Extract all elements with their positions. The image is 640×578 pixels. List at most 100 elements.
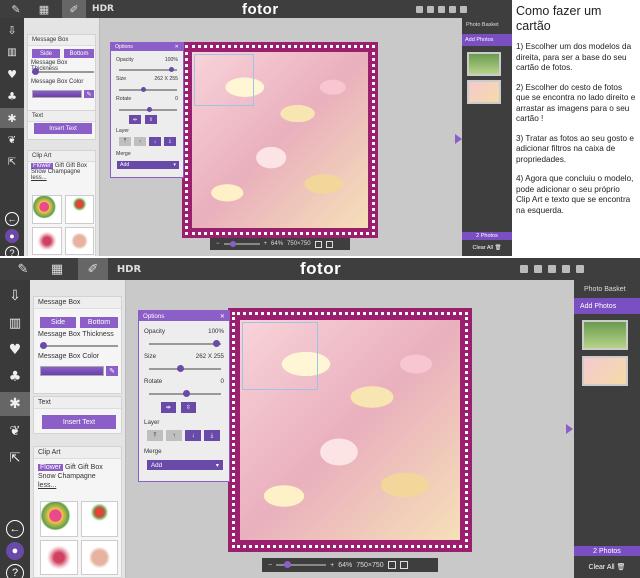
windows-icon[interactable] — [576, 265, 584, 273]
eyedropper-icon[interactable]: ✎ — [84, 90, 94, 98]
hdr-button[interactable]: HDR — [116, 258, 142, 280]
less-link[interactable]: less... — [31, 175, 47, 181]
basket-photo-2[interactable] — [467, 80, 501, 104]
size-knob[interactable] — [141, 87, 146, 92]
wreath-thumbnail[interactable] — [64, 226, 94, 255]
opacity-slider[interactable] — [119, 67, 177, 72]
basket-photo-1[interactable] — [467, 52, 501, 76]
selection-box[interactable] — [242, 322, 318, 390]
basket-photo-2[interactable] — [582, 356, 628, 386]
collage-grid-icon[interactable]: ▦ — [34, 0, 54, 18]
phone-icon[interactable] — [438, 5, 445, 13]
side-button[interactable]: Side — [32, 49, 60, 58]
windows-icon[interactable] — [460, 5, 467, 13]
zoom-out-icon[interactable]: − — [216, 241, 220, 247]
eyedropper-icon[interactable]: ✎ — [106, 366, 118, 376]
bring-to-front-icon[interactable]: ⤒ — [119, 137, 131, 146]
thickness-knob[interactable] — [32, 68, 39, 75]
selection-box[interactable] — [194, 54, 254, 106]
card-tool-icon[interactable]: ✐ — [62, 0, 86, 18]
category-gift[interactable]: Gift — [65, 464, 76, 471]
tablet-icon[interactable] — [562, 265, 570, 273]
bouquet-thumbnail[interactable] — [32, 195, 62, 224]
edit-pencil-icon[interactable]: ✎ — [6, 0, 26, 18]
card-icon[interactable]: ❦ — [0, 419, 30, 443]
rotate-knob[interactable] — [147, 107, 152, 112]
download-icon[interactable]: ⇩ — [0, 284, 30, 308]
star-icon[interactable]: ✱ — [0, 108, 24, 128]
bring-to-front-icon[interactable]: ⤒ — [147, 430, 163, 441]
close-icon[interactable]: ✕ — [220, 313, 225, 320]
android-icon[interactable] — [534, 265, 542, 273]
expand-basket-icon[interactable] — [566, 424, 573, 434]
flip-vertical-icon[interactable]: ⇳ — [181, 402, 196, 413]
clear-all-button[interactable]: Clear All 🗑 — [462, 242, 512, 254]
insert-text-button[interactable]: Insert Text — [34, 123, 92, 134]
send-to-back-icon[interactable]: ⤓ — [164, 137, 176, 146]
fit-icon[interactable] — [314, 240, 322, 248]
card-icon[interactable]: ❦ — [0, 130, 24, 150]
bottom-button[interactable]: Bottom — [80, 317, 118, 328]
add-photos-button[interactable]: Add Photos — [574, 298, 640, 314]
heart-icon[interactable]: ♥ — [0, 338, 30, 362]
tree-icon[interactable]: ♣ — [0, 365, 30, 389]
send-to-back-icon[interactable]: ⤓ — [204, 430, 220, 441]
insert-text-button[interactable]: Insert Text — [42, 415, 116, 429]
category-champagne[interactable]: Champagne — [48, 169, 81, 175]
flip-horizontal-icon[interactable]: ⇹ — [129, 115, 141, 124]
add-photos-button[interactable]: Add Photos — [462, 34, 512, 46]
zoom-in-icon[interactable]: + — [330, 562, 334, 569]
category-giftbox[interactable]: Gift Box — [78, 464, 103, 471]
hdr-button[interactable]: HDR — [92, 0, 114, 18]
basket-photo-1[interactable] — [582, 320, 628, 350]
fit-icon[interactable] — [387, 561, 396, 569]
collage-icon[interactable]: ▥ — [0, 42, 24, 62]
apple-icon[interactable] — [416, 5, 423, 13]
expand-basket-icon[interactable] — [455, 134, 462, 144]
bring-forward-icon[interactable]: ↑ — [134, 137, 146, 146]
collage-icon[interactable]: ▥ — [0, 311, 30, 335]
opacity-slider[interactable] — [149, 340, 221, 347]
size-slider[interactable] — [149, 365, 221, 372]
edit-pencil-icon[interactable]: ✎ — [10, 258, 36, 280]
back-icon[interactable]: ← — [5, 212, 19, 226]
flower-thumbnail[interactable] — [40, 539, 78, 575]
tablet-icon[interactable] — [449, 5, 456, 13]
record-icon[interactable]: ● — [6, 542, 24, 560]
color-picker[interactable] — [32, 90, 82, 98]
thickness-knob[interactable] — [40, 342, 47, 349]
size-knob[interactable] — [177, 365, 184, 372]
rotate-slider[interactable] — [119, 107, 177, 112]
heart-icon[interactable]: ♥ — [0, 64, 24, 84]
clear-all-button[interactable]: Clear All 🗑 — [574, 560, 640, 574]
collage-grid-icon[interactable]: ▦ — [44, 258, 70, 280]
fullscreen-icon[interactable] — [325, 240, 333, 248]
zoom-in-icon[interactable]: + — [264, 241, 268, 247]
share-icon[interactable]: ⇱ — [0, 446, 30, 470]
close-icon[interactable]: ✕ — [175, 44, 179, 50]
thickness-slider[interactable] — [40, 342, 118, 349]
send-backward-icon[interactable]: ↓ — [149, 137, 161, 146]
android-icon[interactable] — [427, 5, 434, 13]
zoom-out-icon[interactable]: − — [268, 562, 272, 569]
opacity-knob[interactable] — [169, 67, 174, 72]
zoom-slider[interactable] — [276, 561, 327, 568]
category-snow[interactable]: Snow — [38, 473, 56, 480]
size-slider[interactable] — [119, 87, 177, 92]
thickness-slider[interactable] — [32, 68, 94, 75]
bring-forward-icon[interactable]: ↑ — [166, 430, 182, 441]
zoom-slider[interactable] — [223, 241, 260, 247]
merge-add-dropdown[interactable]: Add ▾ — [117, 161, 179, 169]
back-icon[interactable]: ← — [6, 520, 24, 538]
color-picker[interactable] — [40, 366, 104, 376]
card-tool-icon[interactable]: ✐ — [78, 258, 108, 280]
flower-thumbnail[interactable] — [32, 226, 62, 255]
bouquet-thumbnail[interactable] — [40, 501, 78, 537]
help-icon[interactable]: ? — [5, 246, 19, 256]
star-icon[interactable]: ✱ — [0, 392, 30, 416]
apple-icon[interactable] — [520, 265, 528, 273]
bottom-button[interactable]: Bottom — [64, 49, 94, 58]
flip-vertical-icon[interactable]: ⇳ — [145, 115, 157, 124]
share-icon[interactable]: ⇱ — [0, 152, 24, 172]
rose-thumbnail[interactable] — [80, 501, 118, 537]
